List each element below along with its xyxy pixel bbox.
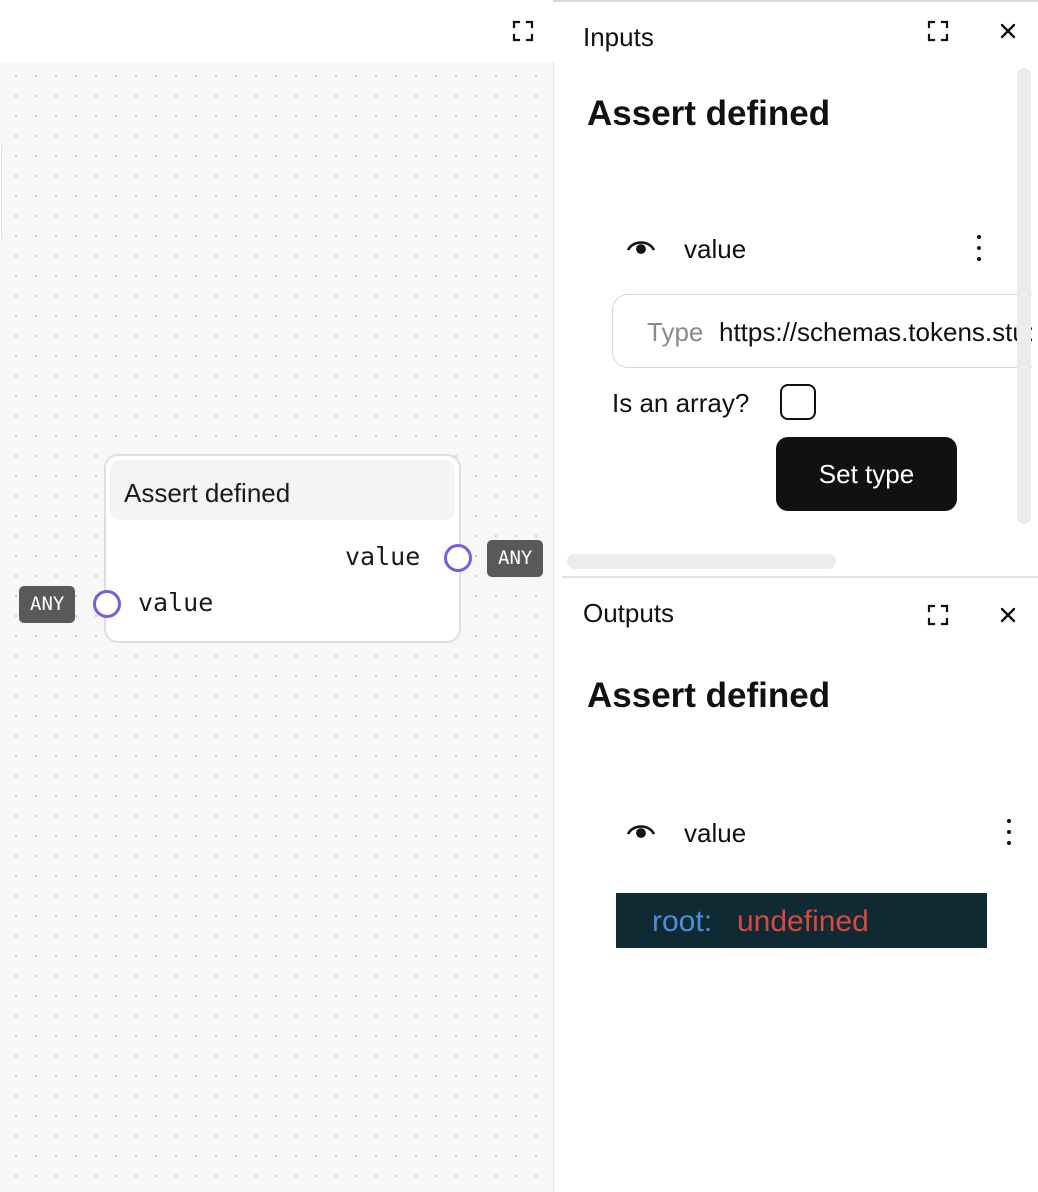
- eye-icon[interactable]: [626, 236, 656, 261]
- set-type-button[interactable]: Set type: [776, 437, 957, 511]
- graph-editor: Assert defined value ANY ANY value: [0, 0, 553, 1192]
- json-root-value: undefined: [737, 905, 869, 938]
- canvas-divider: [553, 62, 554, 1192]
- array-checkbox-label: Is an array?: [612, 388, 750, 418]
- node-title: Assert defined: [124, 478, 291, 508]
- kebab-menu-icon[interactable]: [966, 230, 992, 266]
- input-field-row: value: [622, 224, 992, 274]
- canvas-toolbar: [0, 2, 553, 62]
- inputs-panel-tab[interactable]: Inputs: [583, 22, 654, 53]
- output-type-badge: ANY: [487, 540, 544, 577]
- outputs-panel-tab[interactable]: Outputs: [583, 598, 674, 629]
- inputs-heading: Assert defined: [587, 94, 831, 133]
- node-output-port[interactable]: [444, 544, 472, 572]
- output-field-row: value: [622, 808, 1022, 858]
- canvas-fullscreen-button[interactable]: [510, 18, 536, 44]
- inputs-horizontal-scrollbar[interactable]: [567, 554, 836, 569]
- json-root-key: root:: [652, 905, 713, 938]
- type-input[interactable]: Type https://schemas.tokens.studio/token…: [612, 294, 1032, 368]
- node-header[interactable]: Assert defined: [110, 460, 455, 520]
- outputs-heading: Assert defined: [587, 676, 831, 715]
- type-input-label: Type: [647, 317, 704, 347]
- type-input-value[interactable]: https://schemas.tokens.studio/tokens/gen…: [719, 317, 1032, 348]
- array-checkbox[interactable]: [780, 384, 816, 420]
- close-icon: [1000, 23, 1016, 39]
- inputs-vertical-scrollbar[interactable]: [1017, 68, 1031, 524]
- outputs-panel: Outputs Assert defined value root: undef…: [562, 578, 1038, 1192]
- node-output-label: value: [345, 542, 421, 571]
- inputs-panel: Inputs Assert defined value Type https:/…: [562, 2, 1038, 576]
- close-icon: [1000, 607, 1016, 623]
- output-field-name: value: [684, 818, 747, 848]
- json-viewer: root: undefined: [616, 893, 987, 948]
- fullscreen-icon: [512, 20, 534, 42]
- fullscreen-icon: [927, 604, 949, 626]
- inputs-fullscreen-button[interactable]: [925, 18, 951, 44]
- fullscreen-icon: [927, 20, 949, 42]
- outputs-close-button[interactable]: [995, 602, 1021, 628]
- eye-icon[interactable]: [626, 820, 656, 845]
- inputs-close-button[interactable]: [995, 18, 1021, 44]
- outputs-fullscreen-button[interactable]: [925, 602, 951, 628]
- node-input-label: value: [138, 588, 214, 617]
- node-input-port[interactable]: [93, 590, 121, 618]
- input-field-name: value: [684, 234, 747, 264]
- input-type-badge: ANY: [19, 586, 76, 623]
- offscreen-node[interactable]: [0, 140, 2, 244]
- kebab-menu-icon[interactable]: [996, 814, 1022, 850]
